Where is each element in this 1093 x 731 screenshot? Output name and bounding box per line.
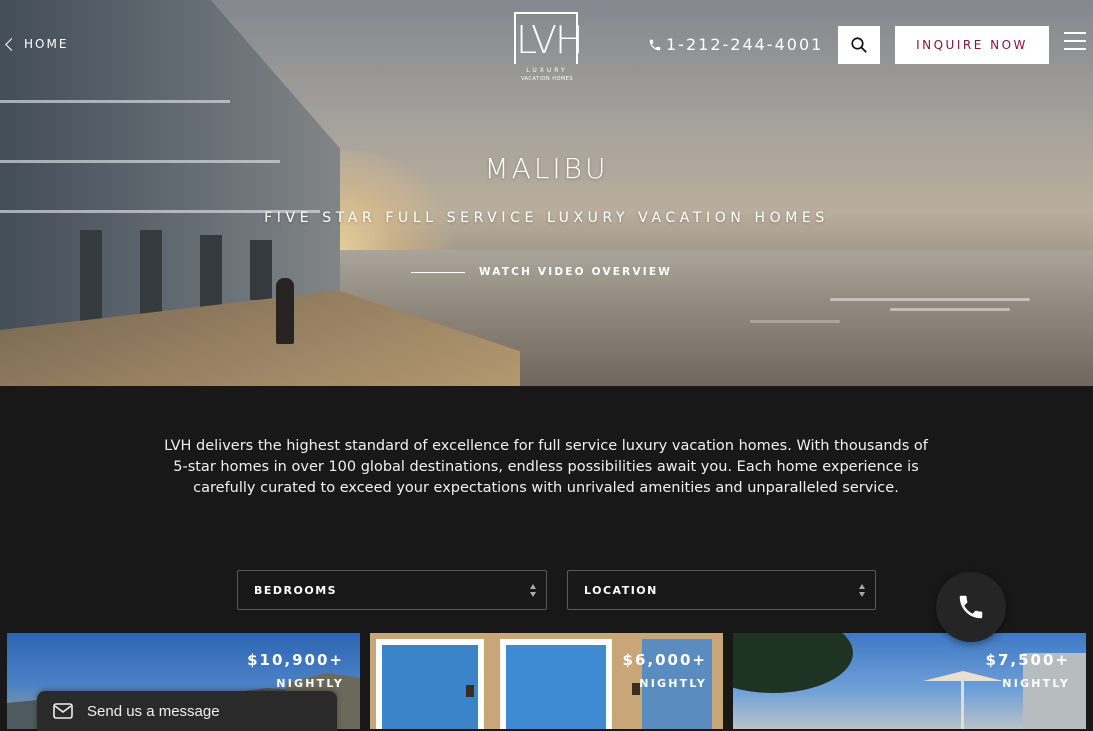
listing-price: $7,500+ xyxy=(985,651,1070,669)
chat-label: Send us a message xyxy=(87,702,220,720)
phone-link[interactable]: 1-212-244-4001 xyxy=(648,35,823,54)
listing-price: $10,900+ xyxy=(247,651,344,669)
phone-icon xyxy=(959,595,983,619)
phone-icon xyxy=(649,39,661,50)
listing-card[interactable]: $7,500+ NIGHTLY xyxy=(733,633,1086,729)
listing-card[interactable]: $6,000+ NIGHTLY xyxy=(370,633,723,729)
listing-unit: NIGHTLY xyxy=(1002,677,1070,690)
listing-price: $6,000+ xyxy=(622,651,707,669)
listing-unit: NIGHTLY xyxy=(276,677,344,690)
watch-video-label: WATCH VIDEO OVERVIEW xyxy=(479,266,673,278)
search-icon xyxy=(851,37,867,53)
hero-title: MALIBU xyxy=(484,152,609,185)
chevron-left-icon xyxy=(5,37,18,51)
envelope-icon xyxy=(53,703,73,719)
select-arrows-icon xyxy=(529,583,537,599)
listing-unit: NIGHTLY xyxy=(639,677,707,690)
phone-number: 1-212-244-4001 xyxy=(666,35,824,54)
divider-line xyxy=(411,271,465,273)
home-link-label: HOME xyxy=(24,37,69,51)
home-link[interactable]: HOME xyxy=(5,37,69,51)
intro-text: LVH delivers the highest standard of exc… xyxy=(164,438,928,496)
hero-subtitle: FIVE STAR FULL SERVICE LUXURY VACATION H… xyxy=(264,210,829,226)
bedrooms-select[interactable]: BEDROOMS xyxy=(237,570,547,610)
call-button[interactable] xyxy=(936,572,1006,642)
inquire-now-button[interactable]: INQUIRE NOW xyxy=(895,26,1049,64)
location-select-label: LOCATION xyxy=(584,583,658,597)
bedrooms-select-label: BEDROOMS xyxy=(254,583,338,597)
watch-video-link[interactable]: WATCH VIDEO OVERVIEW xyxy=(411,266,672,278)
logo[interactable]: LVH LUXURY VACATION HOMES xyxy=(514,12,584,86)
logo-mark: LVH xyxy=(514,12,584,64)
select-arrows-icon xyxy=(858,583,866,599)
logo-line1: LUXURY xyxy=(526,67,568,74)
location-select[interactable]: LOCATION xyxy=(567,570,876,610)
search-button[interactable] xyxy=(838,26,880,64)
menu-icon[interactable] xyxy=(1064,32,1086,52)
chat-widget[interactable]: Send us a message xyxy=(37,691,337,731)
logo-line2: VACATION HOMES xyxy=(520,76,574,82)
